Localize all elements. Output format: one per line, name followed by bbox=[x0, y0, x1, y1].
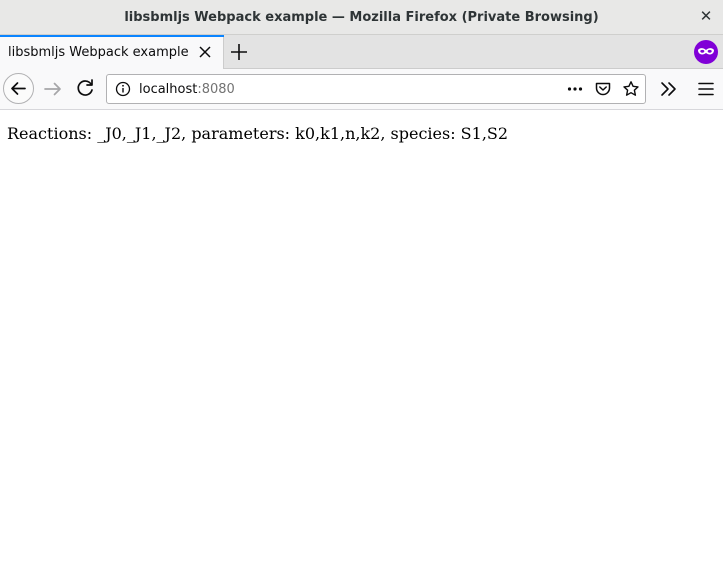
bookmark-star-icon[interactable] bbox=[622, 80, 640, 98]
browser-window: libsbmljs Webpack example — Mozilla Fire… bbox=[0, 0, 723, 581]
navigation-bar: localhost:8080 bbox=[0, 69, 723, 110]
url-text[interactable]: localhost:8080 bbox=[139, 75, 235, 103]
title-bar[interactable]: libsbmljs Webpack example — Mozilla Fire… bbox=[0, 0, 723, 35]
page-content: Reactions: _J0,_J1,_J2, parameters: k0,k… bbox=[0, 110, 723, 581]
back-arrow-icon bbox=[11, 82, 26, 95]
hamburger-menu-icon[interactable] bbox=[691, 74, 721, 104]
overflow-chevron-icon[interactable] bbox=[653, 74, 683, 104]
back-button[interactable] bbox=[3, 73, 34, 104]
close-icon[interactable]: ✕ bbox=[699, 9, 713, 24]
more-actions-icon[interactable] bbox=[566, 80, 584, 98]
tab-close-icon[interactable] bbox=[198, 45, 212, 59]
forward-arrow-icon[interactable] bbox=[38, 74, 68, 104]
page-body-text: Reactions: _J0,_J1,_J2, parameters: k0,k… bbox=[7, 124, 509, 143]
tab-active[interactable]: libsbmljs Webpack example bbox=[0, 35, 224, 69]
tab-strip: libsbmljs Webpack example bbox=[0, 35, 723, 69]
url-port: :8080 bbox=[197, 82, 235, 97]
pocket-icon[interactable] bbox=[594, 80, 612, 98]
private-browsing-icon bbox=[694, 40, 718, 64]
url-bar[interactable]: localhost:8080 bbox=[106, 74, 646, 104]
window-title: libsbmljs Webpack example — Mozilla Fire… bbox=[124, 10, 599, 25]
tab-label: libsbmljs Webpack example bbox=[8, 45, 189, 60]
reload-icon[interactable] bbox=[70, 74, 100, 104]
info-icon[interactable] bbox=[115, 81, 131, 97]
url-host: localhost bbox=[139, 82, 198, 97]
new-tab-icon[interactable] bbox=[228, 41, 250, 63]
